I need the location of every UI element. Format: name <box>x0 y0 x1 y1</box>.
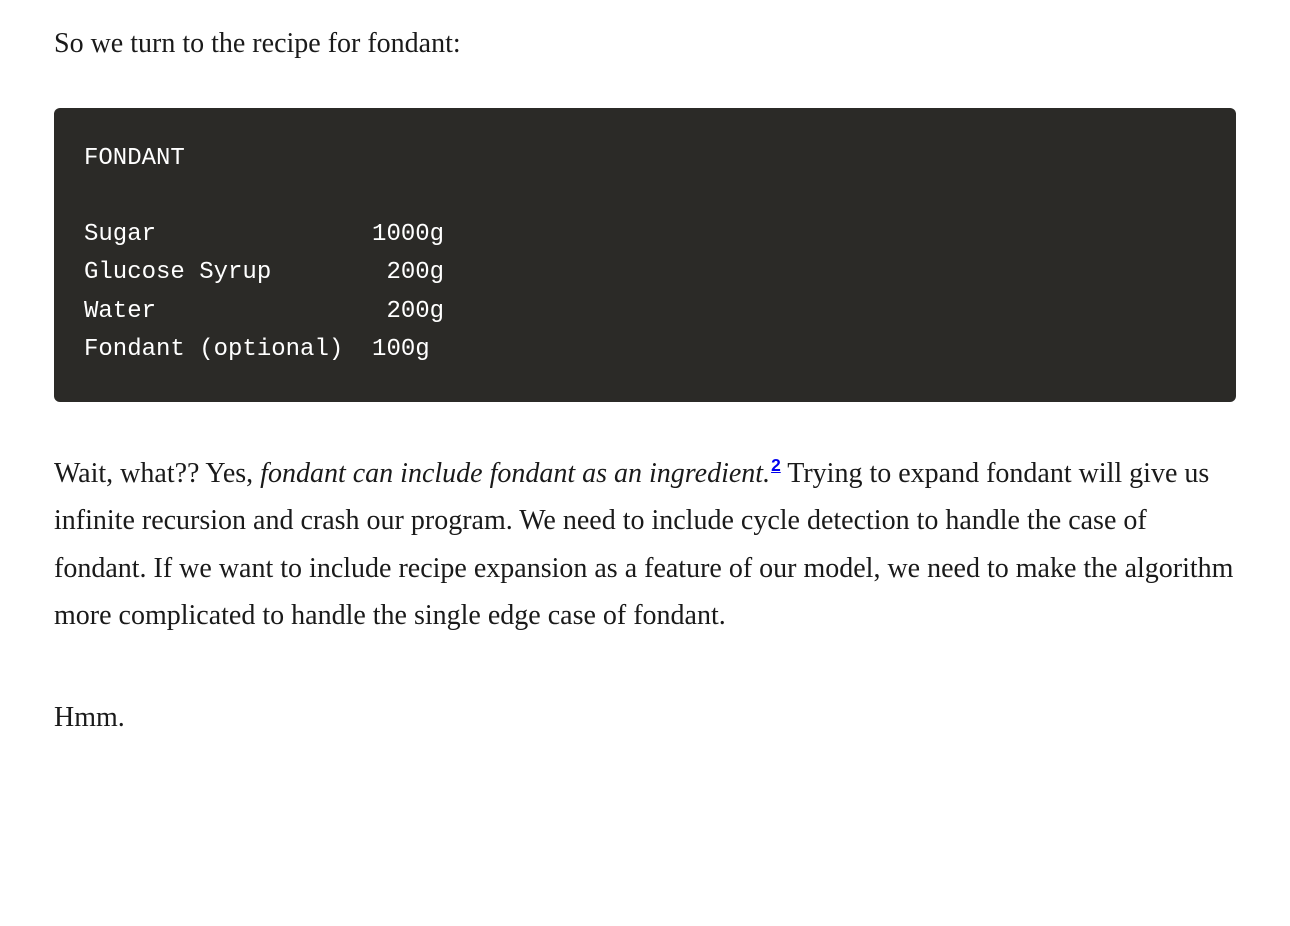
recipe-title: FONDANT <box>84 140 1206 178</box>
recipe-line: Water 200g <box>84 293 1206 331</box>
recipe-code-block: FONDANT Sugar 1000gGlucose Syrup 200gWate… <box>54 108 1236 402</box>
body-lead-text: Wait, what?? Yes, <box>54 458 260 489</box>
recipe-line: Glucose Syrup 200g <box>84 254 1206 292</box>
body-emphasis-text: fondant can include fondant as an ingred… <box>260 458 770 489</box>
footnote-link[interactable]: 2 <box>771 455 781 475</box>
recipe-line: Fondant (optional) 100g <box>84 331 1206 369</box>
body-paragraph: Wait, what?? Yes, fondant can include fo… <box>54 450 1236 640</box>
intro-paragraph: So we turn to the recipe for fondant: <box>54 20 1236 68</box>
final-paragraph: Hmm. <box>54 694 1236 742</box>
recipe-line: Sugar 1000g <box>84 216 1206 254</box>
